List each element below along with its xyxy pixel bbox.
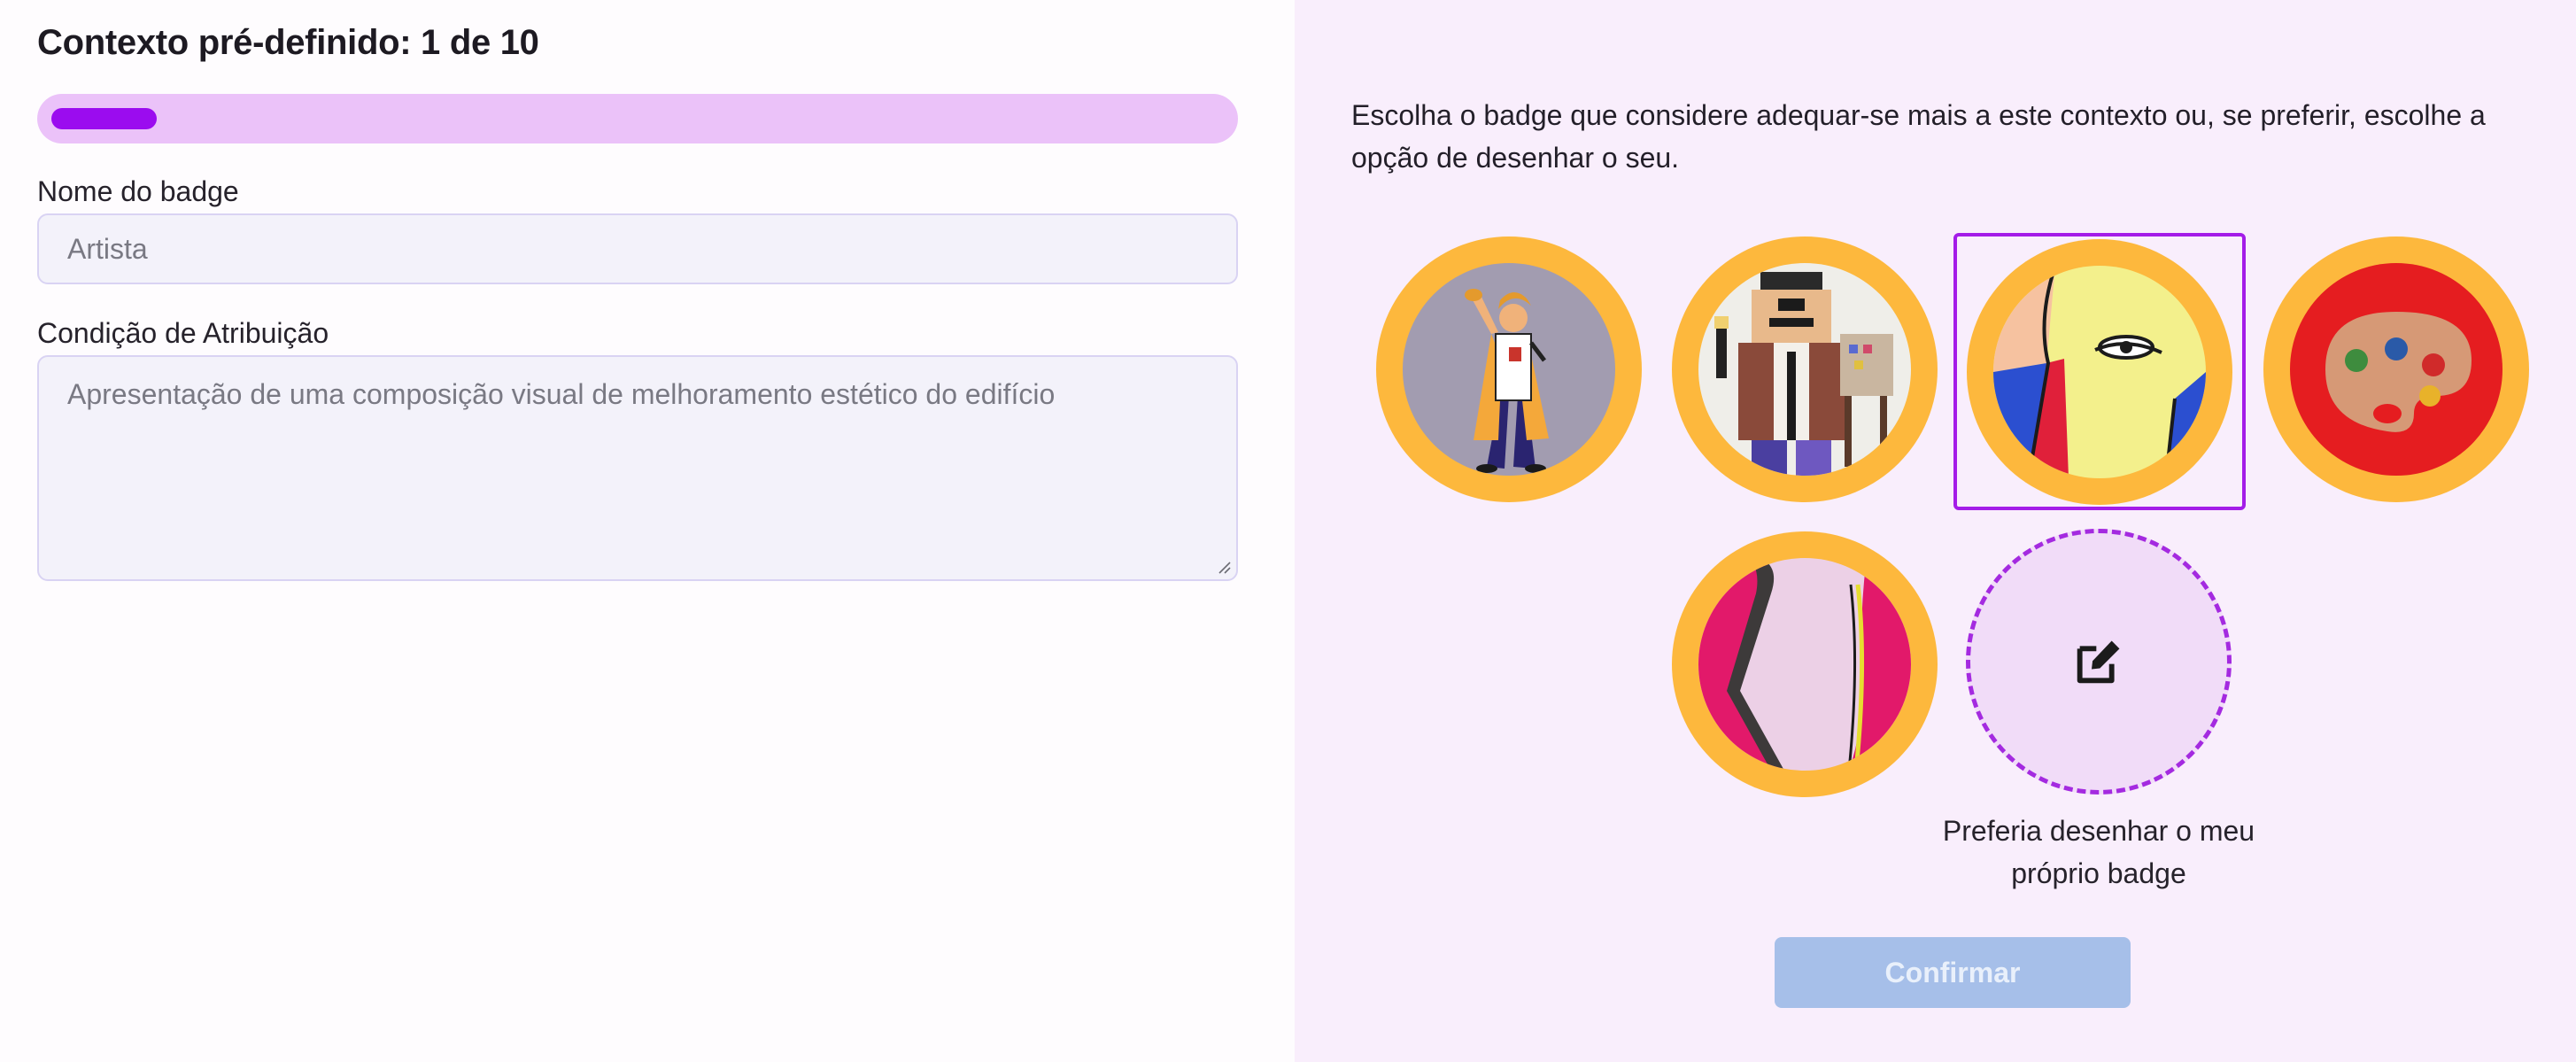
badge-ring [1967, 238, 2232, 505]
confirm-button[interactable]: Confirmar [1775, 937, 2131, 1008]
page-title: Contexto pré-definido: 1 de 10 [37, 23, 539, 62]
page: Contexto pré-definido: 1 de 10 Nome do b… [0, 0, 2576, 1062]
badge-name-input[interactable]: Artista [37, 213, 1238, 284]
paint-palette-image [2290, 263, 2503, 476]
draw-own-badge-button[interactable] [1966, 529, 2232, 795]
badge-option-artist-figure[interactable] [1376, 236, 1642, 502]
artist-figure-image [1403, 263, 1615, 476]
badge-option-pixel-painter[interactable] [1672, 236, 1938, 502]
badge-option-abstract-face[interactable] [1953, 233, 2246, 510]
badge-ring [1376, 236, 1642, 502]
condition-label: Condição de Atribuição [37, 317, 329, 349]
condition-textarea[interactable]: Apresentação de uma composição visual de… [37, 355, 1238, 581]
condition-value: Apresentação de uma composição visual de… [67, 378, 1056, 410]
progress-bar [37, 94, 1238, 143]
badge-name-value: Artista [67, 232, 148, 265]
badge-chooser-panel: Escolha o badge que considere adequar-se… [1295, 0, 2576, 1062]
edit-icon [2077, 640, 2120, 684]
badge-ring [2263, 236, 2529, 502]
draw-own-badge-label: Preferia desenhar o meu próprio badge [1942, 815, 2255, 889]
badge-ring [1672, 236, 1938, 502]
chooser-instructions: Escolha o badge que considere adequar-se… [1351, 99, 2486, 174]
abstract-shapes-image [1698, 558, 1911, 771]
abstract-face-image [1993, 265, 2206, 478]
pixel-painter-image [1698, 263, 1911, 476]
progress-fill [51, 108, 157, 129]
resize-handle-icon[interactable] [1217, 560, 1231, 574]
context-form-panel: Contexto pré-definido: 1 de 10 Nome do b… [0, 0, 1295, 1062]
badge-option-paint-palette[interactable] [2263, 236, 2529, 502]
badge-ring [1672, 531, 1938, 797]
badge-option-abstract-shapes[interactable] [1672, 531, 1938, 797]
badge-name-label: Nome do badge [37, 175, 239, 207]
